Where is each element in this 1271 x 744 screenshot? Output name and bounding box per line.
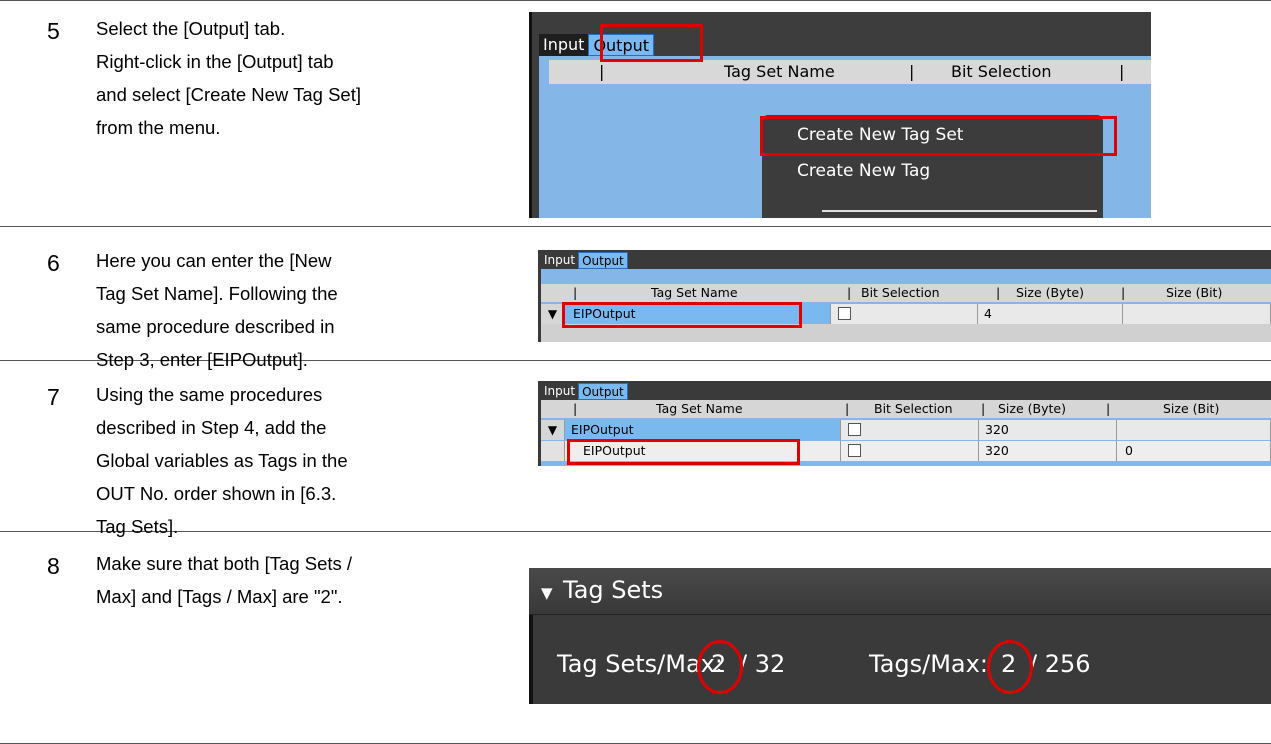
table-header: | Tag Set Name | Bit Selection | Size (B… bbox=[541, 284, 1271, 302]
col-bit-selection: Bit Selection bbox=[874, 401, 953, 416]
indent-cell bbox=[541, 441, 565, 461]
tab-output[interactable]: Output bbox=[578, 252, 628, 269]
table-header: | Tag Set Name | Bit Selection | Size (B… bbox=[541, 400, 1271, 418]
step-text-line: Here you can enter the [New bbox=[96, 250, 332, 271]
divider bbox=[0, 226, 1271, 227]
step-text-line: Tag Set Name]. Following the bbox=[96, 283, 338, 304]
col-tag-set-name: Tag Set Name bbox=[656, 401, 743, 416]
step-text-line: same procedure described in bbox=[96, 316, 335, 337]
step-instructions: Make sure that both [Tag Sets / Max] and… bbox=[96, 547, 506, 613]
tags-max-value: / 256 bbox=[1029, 650, 1091, 678]
col-tag-set-name: Tag Set Name bbox=[651, 285, 738, 300]
column-separator: | bbox=[981, 401, 986, 416]
column-separator: | bbox=[573, 285, 578, 300]
screenshot-output-tab-context-menu: Input Output | Tag Set Name | Bit Select… bbox=[529, 12, 1151, 218]
column-separator: | bbox=[847, 285, 852, 300]
section-title: Tag Sets bbox=[563, 576, 664, 604]
step-number: 5 bbox=[47, 18, 60, 44]
table-header: | Tag Set Name | Bit Selection | bbox=[549, 60, 1151, 84]
step-text-line: Make sure that both [Tag Sets / bbox=[96, 553, 353, 574]
column-separator: | bbox=[1119, 62, 1125, 81]
tag-set-tabs: Input Output bbox=[541, 383, 628, 400]
col-size-byte: Size (Byte) bbox=[1016, 285, 1084, 300]
highlight-tags-count bbox=[987, 640, 1033, 694]
window-edge bbox=[529, 12, 532, 218]
col-bit-selection: Bit Selection bbox=[951, 62, 1052, 81]
step-number: 7 bbox=[47, 384, 60, 410]
step-text-line: OUT No. order shown in [6.3. bbox=[96, 483, 337, 504]
highlight-tag-set-name bbox=[562, 302, 802, 328]
col-size-bit: Size (Bit) bbox=[1166, 285, 1223, 300]
collapse-icon[interactable]: ▼ bbox=[541, 584, 553, 602]
bit-selection-cell[interactable] bbox=[841, 441, 979, 461]
size-bit-cell bbox=[1117, 420, 1271, 440]
tag-sets-max-value: / 32 bbox=[739, 650, 786, 678]
screenshot-tag-sets-summary: ▼ Tag Sets Tag Sets/Max: 2 / 32 Tags/Max… bbox=[529, 568, 1271, 704]
size-byte-cell: 4 bbox=[978, 304, 1123, 324]
col-size-byte: Size (Byte) bbox=[998, 401, 1066, 416]
tag-set-name-cell[interactable]: EIPOutput bbox=[565, 420, 841, 440]
step-text-line: Using the same procedures bbox=[96, 384, 323, 405]
step-text-line: Max] and [Tags / Max] are "2". bbox=[96, 586, 343, 607]
expand-icon[interactable]: ▼ bbox=[541, 420, 565, 440]
column-separator: | bbox=[573, 401, 578, 416]
bit-selection-cell[interactable] bbox=[841, 420, 979, 440]
step-text-line: and select [Create New Tag Set] bbox=[96, 84, 361, 105]
tab-output[interactable]: Output bbox=[578, 383, 628, 400]
col-bit-selection: Bit Selection bbox=[861, 285, 940, 300]
column-separator: | bbox=[1121, 285, 1126, 300]
menu-item-create-new-tag[interactable]: Create New Tag bbox=[797, 161, 930, 181]
step-number: 6 bbox=[47, 250, 60, 276]
screenshot-new-tag-set-name: Input Output | Tag Set Name | Bit Select… bbox=[538, 250, 1271, 342]
highlight-output-tab bbox=[600, 24, 703, 62]
highlight-create-new-tag-set bbox=[760, 116, 1117, 156]
column-separator: | bbox=[909, 62, 915, 81]
step-text-line: Step 3, enter [EIPOutput]. bbox=[96, 349, 308, 370]
bit-selection-checkbox[interactable] bbox=[848, 423, 861, 436]
column-separator: | bbox=[845, 401, 850, 416]
step-text-line: Select the [Output] tab. bbox=[96, 18, 286, 39]
size-byte-cell: 320 bbox=[979, 420, 1117, 440]
column-separator: | bbox=[996, 285, 1001, 300]
size-bit-cell bbox=[1123, 304, 1271, 324]
highlight-tag-row bbox=[567, 439, 800, 465]
column-separator: | bbox=[1106, 401, 1111, 416]
column-separator: | bbox=[599, 62, 605, 81]
divider bbox=[0, 0, 1271, 1]
step-instructions: Using the same procedures described in S… bbox=[96, 378, 506, 543]
bit-selection-cell[interactable] bbox=[831, 304, 978, 324]
step-text-line: Right-click in the [Output] tab bbox=[96, 51, 334, 72]
col-size-bit: Size (Bit) bbox=[1163, 401, 1220, 416]
tag-set-tabs: Input Output bbox=[541, 252, 628, 269]
tab-input[interactable]: Input bbox=[539, 34, 589, 56]
step-text-line: Tag Sets]. bbox=[96, 516, 179, 537]
size-bit-cell: 0 bbox=[1117, 441, 1271, 461]
step-text-line: Global variables as Tags in the bbox=[96, 450, 348, 471]
step-text-line: described in Step 4, add the bbox=[96, 417, 327, 438]
bit-selection-checkbox[interactable] bbox=[838, 307, 851, 320]
screenshot-tags-added: Input Output | Tag Set Name | Bit Select… bbox=[538, 381, 1271, 466]
size-byte-cell: 320 bbox=[979, 441, 1117, 461]
step-text-line: from the menu. bbox=[96, 117, 221, 138]
tab-input[interactable]: Input bbox=[541, 252, 578, 269]
col-tag-set-name: Tag Set Name bbox=[724, 62, 835, 81]
tab-input[interactable]: Input bbox=[541, 383, 578, 400]
table-row[interactable]: ▼ EIPOutput 320 bbox=[541, 420, 1271, 440]
tags-max-label: Tags/Max: bbox=[869, 650, 988, 678]
step-instructions: Here you can enter the [New Tag Set Name… bbox=[96, 244, 506, 376]
step-instructions: Select the [Output] tab. Right-click in … bbox=[96, 12, 506, 144]
highlight-tag-sets-count bbox=[697, 640, 743, 694]
tag-sets-section-header[interactable]: ▼ Tag Sets bbox=[529, 568, 1271, 615]
bit-selection-checkbox[interactable] bbox=[848, 444, 861, 457]
menu-separator bbox=[822, 210, 1097, 212]
step-number: 8 bbox=[47, 553, 60, 579]
